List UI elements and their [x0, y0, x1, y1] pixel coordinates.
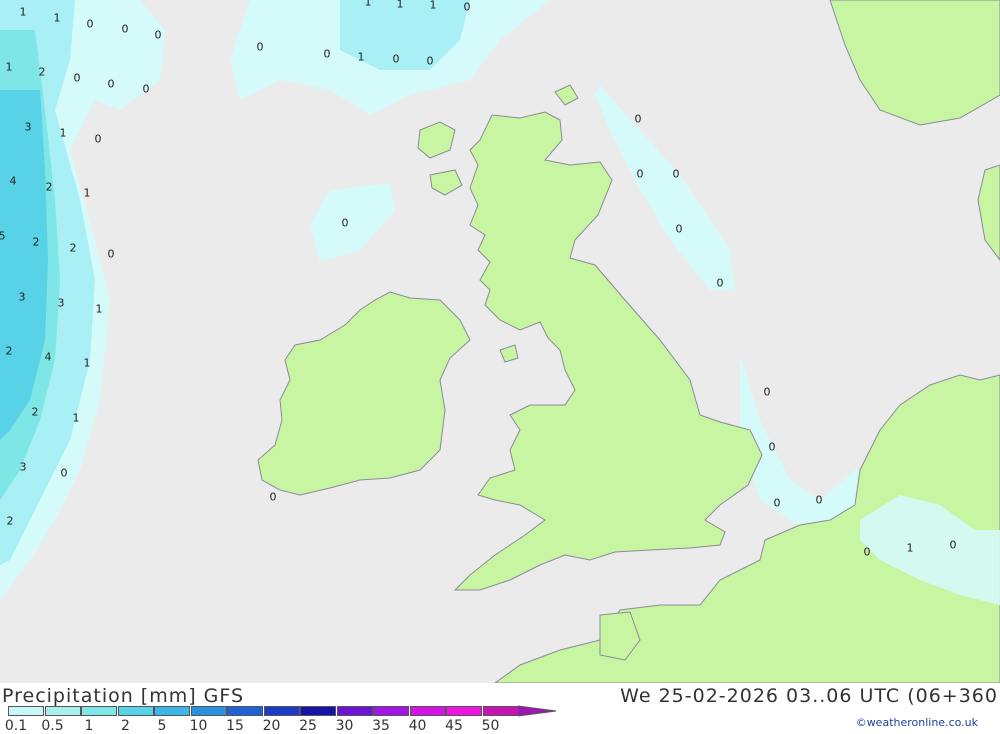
- legend-tick-label: 45: [445, 718, 463, 734]
- legend-tick-label: 35: [372, 718, 390, 734]
- precip-value-label: 0: [94, 132, 102, 146]
- legend-tick-label: 2: [121, 718, 130, 734]
- legend-swatch: [263, 706, 300, 716]
- precip-value-label: 1: [95, 302, 103, 316]
- legend-tick-label: 1: [84, 718, 94, 734]
- precip-value-label: 5: [0, 229, 6, 243]
- legend-tick-label: 10: [189, 718, 208, 734]
- precip-value-label: 2: [45, 180, 53, 194]
- precip-value-label: 0: [463, 0, 471, 14]
- precip-value-label: 2: [38, 65, 46, 79]
- legend-tick-label: 20: [262, 718, 281, 734]
- legend-tick-label: 0.1: [4, 718, 28, 734]
- precip-value-label: 0: [86, 17, 94, 31]
- legend-swatch: [336, 706, 373, 716]
- precip-value-label: 1: [429, 0, 437, 12]
- legend-tick-label: 25: [299, 718, 317, 734]
- precip-value-label: 4: [9, 174, 17, 188]
- precip-value-label: 2: [6, 514, 14, 528]
- precip-value-label: 0: [636, 167, 644, 181]
- precip-value-label: 0: [773, 496, 781, 510]
- precip-value-label: 1: [59, 126, 67, 140]
- legend-swatch: [8, 706, 44, 716]
- legend-swatch: [409, 706, 446, 716]
- precip-value-label: 0: [107, 247, 115, 261]
- legend-swatch: [227, 706, 263, 716]
- legend-swatch: [44, 706, 81, 716]
- precip-value-label: 0: [863, 545, 871, 559]
- precip-value-label: 3: [19, 460, 27, 474]
- precip-value-label: 0: [672, 167, 680, 181]
- precip-value-label: 1: [72, 411, 80, 425]
- precip-value-label: 1: [19, 5, 27, 19]
- precip-value-label: 2: [32, 235, 40, 249]
- legend-tick-label: 30: [335, 718, 354, 734]
- legend-swatch: [300, 706, 336, 716]
- precip-value-label: 1: [53, 11, 61, 25]
- precip-value-label: 1: [364, 0, 372, 9]
- precip-value-label: 0: [634, 112, 642, 126]
- legend-tick-label: 0.5: [41, 718, 64, 734]
- precip-value-label: 1: [83, 356, 91, 370]
- legend-tick-label: 50: [481, 718, 500, 734]
- precip-value-label: 3: [57, 296, 65, 310]
- precip-value-label: 0: [716, 276, 724, 290]
- legend-swatch: [446, 706, 482, 716]
- precip-value-label: 1: [83, 186, 91, 200]
- precip-value-label: 0: [142, 82, 150, 96]
- precip-value-label: 0: [392, 52, 400, 66]
- legend-swatch: [190, 706, 227, 716]
- legend-swatch: [154, 706, 190, 716]
- legend-swatch: [373, 706, 409, 716]
- precip-value-label: 0: [426, 54, 434, 68]
- precip-value-label: 3: [18, 290, 26, 304]
- precip-value-label: 0: [323, 47, 331, 61]
- legend-tick-label: 5: [157, 718, 167, 734]
- legend-swatch: [117, 706, 154, 716]
- precip-value-label: 0: [73, 71, 81, 85]
- precip-value-label: 0: [768, 440, 776, 454]
- precip-value-label: 1: [5, 60, 13, 74]
- precip-value-label: 1: [396, 0, 404, 11]
- credit-link[interactable]: ©weatheronline.co.uk: [856, 716, 978, 729]
- precip-value-label: 1: [357, 50, 365, 64]
- precip-value-label: 2: [5, 344, 13, 358]
- precip-value-label: 0: [121, 22, 129, 36]
- map-title: Precipitation [mm] GFS: [2, 685, 245, 707]
- precip-value-label: 0: [256, 40, 264, 54]
- precip-value-label: 0: [154, 28, 162, 42]
- precip-value-label: 0: [949, 538, 957, 552]
- precip-value-label: 0: [341, 216, 349, 230]
- legend-arrow-icon: [518, 705, 557, 717]
- precip-value-label: 4: [44, 350, 52, 364]
- legend-swatch: [482, 706, 519, 716]
- run-info: We 25-02-2026 03..06 UTC (06+360: [620, 685, 998, 707]
- precip-value-label: 0: [107, 77, 115, 91]
- precip-value-label: 0: [763, 385, 771, 399]
- precip-value-label: 0: [675, 222, 683, 236]
- precip-value-label: 0: [269, 490, 277, 504]
- precip-value-label: 3: [24, 120, 32, 134]
- precip-value-label: 2: [69, 241, 77, 255]
- map-footer: Precipitation [mm] GFS We 25-02-2026 03.…: [0, 683, 1000, 734]
- precip-value-label: 2: [31, 405, 39, 419]
- map-canvas: [0, 0, 1000, 683]
- precipitation-map: 1 1 0 0 0 1 1 1 0 0 0 1 0 0 1 2 0 0 0 3 …: [0, 0, 1000, 683]
- legend-tick-label: 15: [226, 718, 244, 734]
- legend-tick-label: 40: [408, 718, 427, 734]
- precip-value-label: 1: [906, 541, 914, 555]
- legend-swatch: [81, 706, 117, 716]
- precip-value-label: 0: [815, 493, 823, 507]
- precip-value-label: 0: [60, 466, 68, 480]
